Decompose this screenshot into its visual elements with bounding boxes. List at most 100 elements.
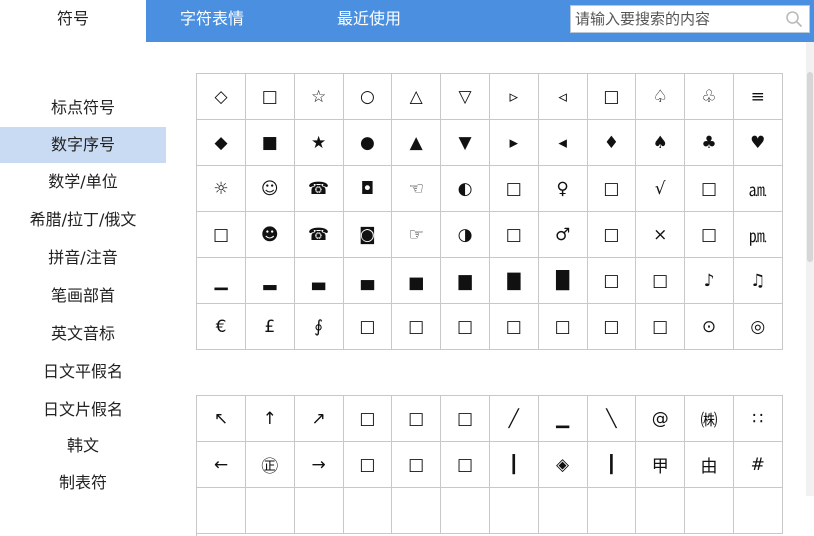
symbol-cell[interactable]: █: [538, 258, 588, 304]
symbol-cell[interactable]: ♥: [733, 120, 783, 166]
symbol-cell[interactable]: ▆: [441, 258, 490, 304]
sidebar-item[interactable]: 笔画部首: [0, 278, 166, 314]
symbol-cell[interactable]: ▁: [197, 258, 246, 304]
sidebar-item[interactable]: 日文片假名: [0, 392, 166, 428]
tab-symbols[interactable]: 符号: [0, 0, 146, 42]
symbol-cell[interactable]: □: [489, 304, 539, 350]
symbol-cell[interactable]: □: [636, 304, 686, 350]
symbol-cell[interactable]: ∮: [294, 304, 344, 350]
symbol-cell[interactable]: ◎: [733, 304, 783, 350]
symbol-cell[interactable]: ×: [636, 212, 686, 258]
scrollbar[interactable]: [806, 42, 814, 496]
symbol-cell[interactable]: [197, 488, 246, 534]
symbol-cell[interactable]: □: [489, 212, 539, 258]
symbol-cell[interactable]: □: [685, 212, 734, 258]
symbol-cell[interactable]: ♠: [636, 120, 686, 166]
sidebar-item[interactable]: 日文平假名: [0, 354, 166, 390]
symbol-cell[interactable]: □: [636, 258, 686, 304]
symbol-cell[interactable]: ▂: [245, 258, 295, 304]
symbol-cell[interactable]: ☆: [294, 74, 344, 120]
symbol-cell[interactable]: ◃: [538, 74, 588, 120]
symbol-cell[interactable]: □: [441, 396, 490, 442]
sidebar-item[interactable]: 数学/单位: [0, 164, 166, 200]
symbol-cell[interactable]: □: [538, 304, 588, 350]
sidebar-item[interactable]: 数字序号: [0, 127, 166, 163]
symbol-cell[interactable]: ┃: [587, 442, 637, 488]
symbol-cell[interactable]: ♫: [733, 258, 783, 304]
symbol-cell[interactable]: □: [685, 166, 734, 212]
symbol-cell[interactable]: □: [392, 396, 442, 442]
symbol-cell[interactable]: ▄: [343, 258, 393, 304]
symbol-cell[interactable]: □: [587, 258, 637, 304]
symbol-cell[interactable]: ♪: [685, 258, 734, 304]
symbol-cell[interactable]: [489, 488, 539, 534]
symbol-cell[interactable]: ♂: [538, 212, 588, 258]
symbol-cell[interactable]: ◇: [197, 74, 246, 120]
symbol-cell[interactable]: ♧: [685, 74, 734, 120]
symbol-cell[interactable]: ◐: [441, 166, 490, 212]
symbol-cell[interactable]: 由: [685, 442, 734, 488]
symbol-cell[interactable]: □: [245, 74, 295, 120]
sidebar-item[interactable]: 韩文: [0, 428, 166, 464]
symbol-cell[interactable]: €: [197, 304, 246, 350]
symbol-cell[interactable]: ♣: [685, 120, 734, 166]
symbol-cell[interactable]: ←: [197, 442, 246, 488]
symbol-cell[interactable]: ∷: [733, 396, 783, 442]
symbol-cell[interactable]: ↖: [197, 396, 246, 442]
symbol-cell[interactable]: [685, 488, 734, 534]
symbol-cell[interactable]: ♀: [538, 166, 588, 212]
symbol-cell[interactable]: [636, 488, 686, 534]
search-icon[interactable]: [785, 10, 803, 28]
symbol-cell[interactable]: ▸: [489, 120, 539, 166]
tab-recently-used[interactable]: 最近使用: [300, 0, 438, 42]
symbol-cell[interactable]: ㏂: [733, 166, 783, 212]
symbol-cell[interactable]: ≡: [733, 74, 783, 120]
symbol-cell[interactable]: □: [343, 396, 393, 442]
symbol-cell[interactable]: ♤: [636, 74, 686, 120]
symbol-cell[interactable]: ╲: [587, 396, 637, 442]
symbol-cell[interactable]: □: [587, 304, 637, 350]
symbol-cell[interactable]: △: [392, 74, 442, 120]
sidebar-item[interactable]: 标点符号: [0, 90, 166, 126]
symbol-cell[interactable]: ㈱: [685, 396, 734, 442]
symbol-cell[interactable]: [733, 488, 783, 534]
symbol-cell[interactable]: √: [636, 166, 686, 212]
symbol-cell[interactable]: ●: [343, 120, 393, 166]
symbol-cell[interactable]: [294, 488, 344, 534]
symbol-cell[interactable]: ○: [343, 74, 393, 120]
symbol-cell[interactable]: ▁: [538, 396, 588, 442]
symbol-cell[interactable]: #: [733, 442, 783, 488]
symbol-cell[interactable]: □: [441, 304, 490, 350]
symbol-cell[interactable]: □: [441, 442, 490, 488]
sidebar-item[interactable]: 英文音标: [0, 316, 166, 352]
symbol-cell[interactable]: £: [245, 304, 295, 350]
symbol-cell[interactable]: ⊙: [685, 304, 734, 350]
search-input[interactable]: [571, 6, 783, 32]
symbol-cell[interactable]: @: [636, 396, 686, 442]
symbol-cell[interactable]: □: [392, 442, 442, 488]
symbol-cell[interactable]: ㏘: [733, 212, 783, 258]
sidebar-item[interactable]: 拼音/注音: [0, 240, 166, 276]
symbol-cell[interactable]: ☎: [294, 212, 344, 258]
symbol-cell[interactable]: ◆: [197, 120, 246, 166]
symbol-cell[interactable]: ◙: [343, 212, 393, 258]
symbol-cell[interactable]: ☜: [392, 166, 442, 212]
symbol-cell[interactable]: □: [489, 166, 539, 212]
symbol-cell[interactable]: □: [197, 212, 246, 258]
symbol-cell[interactable]: ▼: [441, 120, 490, 166]
symbol-cell[interactable]: ♦: [587, 120, 637, 166]
symbol-cell[interactable]: ◘: [343, 166, 393, 212]
symbol-cell[interactable]: ▇: [489, 258, 539, 304]
symbol-cell[interactable]: ㊣: [245, 442, 295, 488]
symbol-cell[interactable]: ☻: [245, 212, 295, 258]
symbol-cell[interactable]: [538, 488, 588, 534]
symbol-cell[interactable]: ☎: [294, 166, 344, 212]
symbol-cell[interactable]: ▃: [294, 258, 344, 304]
symbol-cell[interactable]: ▅: [392, 258, 442, 304]
symbol-cell[interactable]: ◂: [538, 120, 588, 166]
symbol-cell[interactable]: →: [294, 442, 344, 488]
symbol-cell[interactable]: □: [587, 74, 637, 120]
symbol-cell[interactable]: ▲: [392, 120, 442, 166]
symbol-cell[interactable]: [392, 488, 442, 534]
symbol-cell[interactable]: ◈: [538, 442, 588, 488]
